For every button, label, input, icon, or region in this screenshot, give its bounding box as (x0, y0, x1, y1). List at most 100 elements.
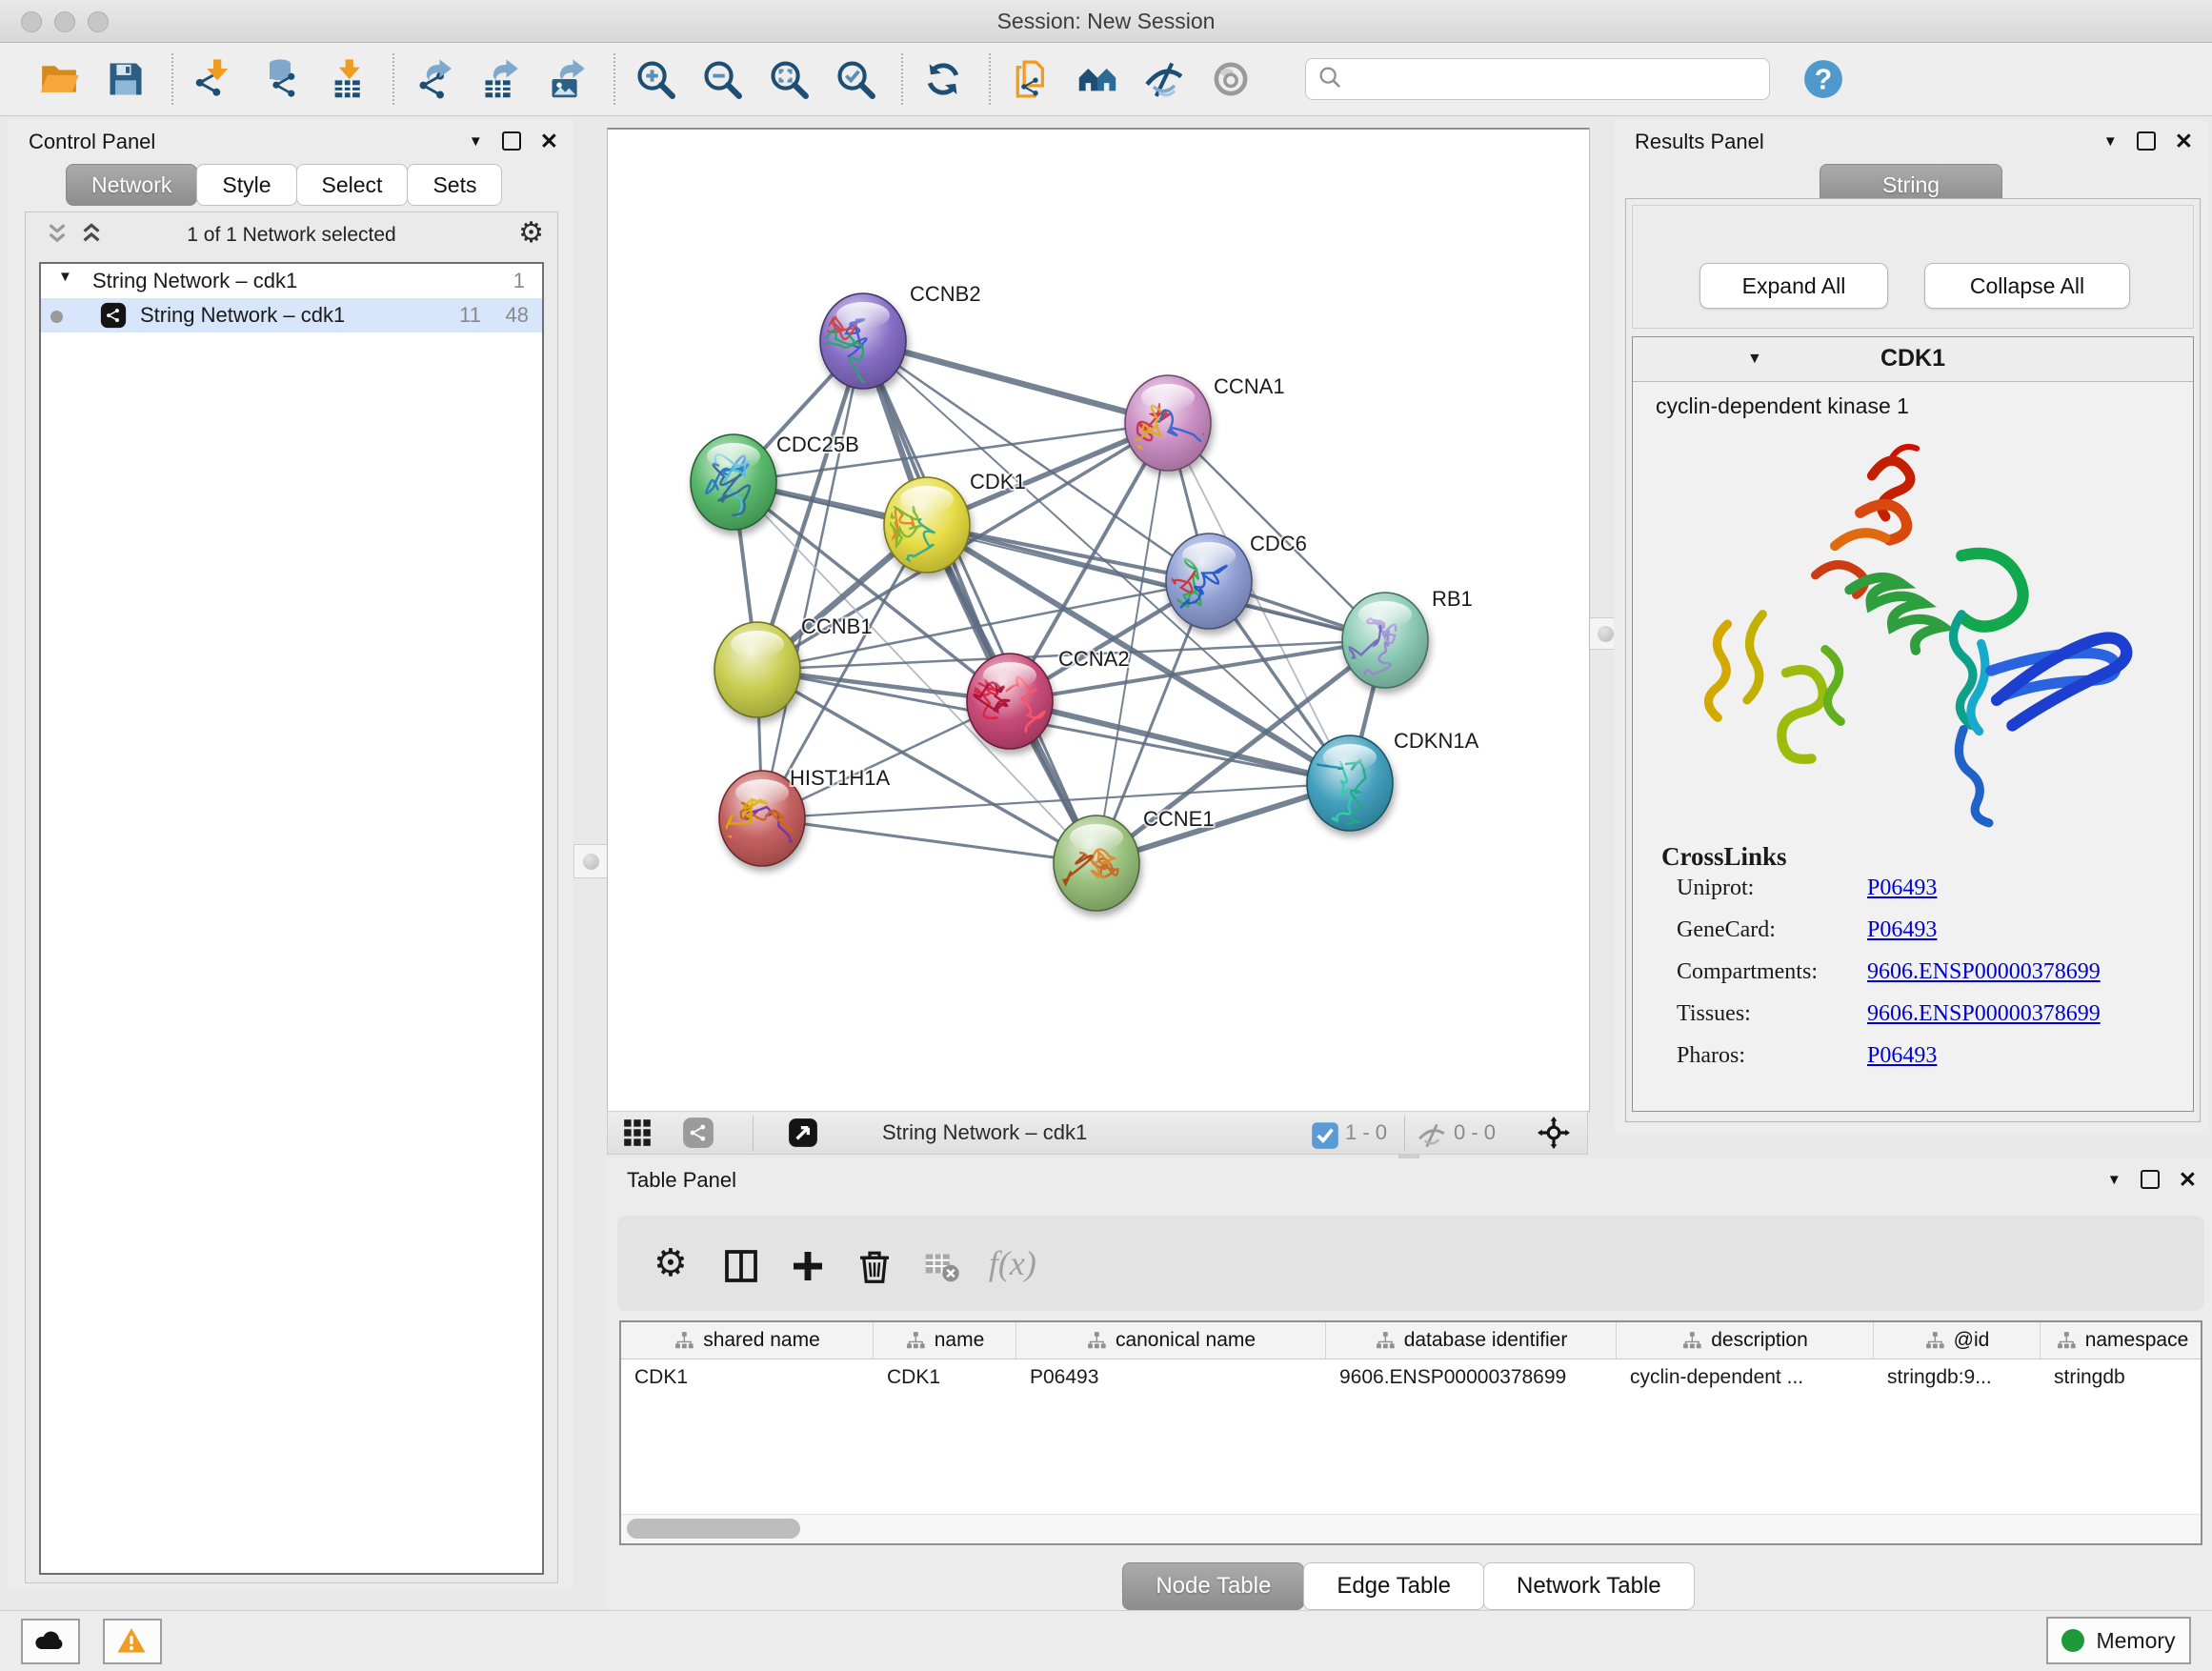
crosslink-value-link[interactable]: 9606.ENSP00000378699 (1867, 959, 2193, 985)
network-edge-HIST1H1A-CCNE1[interactable] (762, 818, 1096, 863)
close-panel-icon[interactable]: ✕ (2179, 1170, 2197, 1189)
export-table-button[interactable] (476, 54, 526, 104)
apply-layout-button[interactable] (918, 54, 968, 104)
save-session-button[interactable] (101, 54, 151, 104)
selected-nodes-checkbox[interactable] (1309, 1119, 1341, 1152)
zoom-selected-button[interactable] (831, 54, 880, 104)
tab-node-table[interactable]: Node Table (1122, 1562, 1304, 1610)
scrollbar-thumb[interactable] (627, 1519, 800, 1539)
network-label: String Network – cdk1 (140, 303, 345, 328)
tab-network[interactable]: Network (66, 164, 197, 206)
crosslink-value-link[interactable]: P06493 (1867, 876, 2193, 901)
string-results-container: Expand All Collapse All ▼ CDK1 cyclin-de… (1625, 198, 2201, 1122)
import-table-button[interactable] (322, 54, 372, 104)
collapse-all-button[interactable]: Collapse All (1924, 263, 2130, 309)
network-view[interactable]: CCNB2CCNA1CDC25BCDK1CDC6RB1CCNB1CCNA2CDK… (607, 128, 1590, 1112)
show-columns-icon[interactable] (722, 1247, 754, 1279)
network-edge-CCNB2-CCNE1[interactable] (863, 341, 1096, 863)
network-node-CCNA2[interactable] (967, 654, 1053, 749)
zoom-out-button[interactable] (697, 54, 747, 104)
zoom-fit-button[interactable] (764, 54, 814, 104)
table-body: CDK1CDK1P064939606.ENSP00000378699cyclin… (621, 1359, 2201, 1396)
network-selection-status: 1 of 1 Network selected (26, 224, 557, 247)
cloud-status-button[interactable] (21, 1619, 80, 1664)
float-panel-icon[interactable] (2137, 131, 2156, 151)
panel-menu-icon[interactable]: ▼ (2103, 133, 2118, 150)
network-view-toolbar: String Network – cdk1 1 - 0 0 - 0 (607, 1111, 1588, 1155)
memory-button[interactable]: Memory (2046, 1617, 2191, 1664)
tab-edge-table[interactable]: Edge Table (1303, 1562, 1484, 1610)
search-box[interactable] (1305, 58, 1770, 100)
network-view-title: String Network – cdk1 (882, 1120, 1087, 1145)
gene-section-header[interactable]: ▼ CDK1 (1633, 337, 2193, 382)
column-header-canonical-name[interactable]: canonical name (1016, 1322, 1326, 1359)
export-network-button[interactable] (410, 54, 459, 104)
network-collection-row[interactable]: ▼ String Network – cdk1 1 (41, 264, 542, 298)
network-node-CCNA1[interactable] (1125, 375, 1212, 471)
open-session-button[interactable] (34, 54, 84, 104)
fit-selection-icon[interactable] (1538, 1117, 1570, 1149)
network-node-CCNB1[interactable] (714, 622, 800, 717)
export-image-button[interactable] (543, 54, 593, 104)
tab-sets[interactable]: Sets (407, 164, 502, 206)
network-row-selected[interactable]: String Network – cdk1 11 48 (41, 298, 542, 332)
group-nodes-button[interactable] (1073, 54, 1122, 104)
tab-select[interactable]: Select (296, 164, 409, 206)
close-panel-icon[interactable]: ✕ (540, 131, 558, 151)
toolbar-separator (392, 53, 394, 105)
network-node-count: 11 (459, 303, 481, 328)
table-options-gear-icon[interactable]: ⚙ (654, 1244, 688, 1282)
node-table: shared namenamecanonical namedatabase id… (619, 1320, 2202, 1545)
node-label-CDC6: CDC6 (1250, 532, 1307, 555)
table-panel-tabs: Node TableEdge TableNetwork Table (606, 1562, 2212, 1610)
left-splitter-handle[interactable] (573, 844, 608, 878)
tab-style[interactable]: Style (196, 164, 296, 206)
column-header-name[interactable]: name (874, 1322, 1016, 1359)
hidden-nodes-icon[interactable] (1416, 1119, 1448, 1152)
toolbar-separator (989, 53, 991, 105)
collection-expand-icon[interactable]: ▼ (58, 269, 72, 285)
crosslink-value-link[interactable]: P06493 (1867, 917, 2193, 943)
column-header-description[interactable]: description (1617, 1322, 1874, 1359)
import-network-from-database-button[interactable] (255, 54, 305, 104)
warnings-button[interactable] (103, 1619, 162, 1664)
gene-description: cyclin-dependent kinase 1 (1633, 382, 2193, 419)
help-button[interactable]: ? (1799, 54, 1848, 104)
zoom-in-button[interactable] (631, 54, 680, 104)
network-edge-CCNB2-HIST1H1A[interactable] (762, 341, 863, 818)
crosslink-value-link[interactable]: 9606.ENSP00000378699 (1867, 1001, 2193, 1027)
crosslinks-title: CrossLinks (1661, 842, 2193, 872)
hide-selected-button[interactable] (1139, 54, 1189, 104)
expand-all-button[interactable]: Expand All (1699, 263, 1888, 309)
crosslink-value-link[interactable]: P06493 (1867, 1043, 2193, 1069)
column-header-shared-name[interactable]: shared name (621, 1322, 874, 1359)
network-node-CCNE1[interactable] (1045, 815, 1139, 911)
toolbar-separator (613, 53, 615, 105)
float-panel-icon[interactable] (2141, 1170, 2160, 1189)
crosslink-label: GeneCard: (1677, 917, 1867, 943)
add-column-icon[interactable] (789, 1247, 821, 1279)
show-hidden-button[interactable] (1206, 54, 1256, 104)
window-title: Session: New Session (0, 0, 2212, 42)
first-neighbors-button[interactable] (1006, 54, 1056, 104)
panel-menu-icon[interactable]: ▼ (469, 133, 483, 150)
float-panel-icon[interactable] (502, 131, 521, 151)
close-panel-icon[interactable]: ✕ (2175, 131, 2193, 151)
network-options-gear-icon[interactable]: ⚙ (518, 216, 544, 250)
column-header-database-identifier[interactable]: database identifier (1326, 1322, 1617, 1359)
search-input[interactable] (1348, 66, 1769, 92)
import-network-button[interactable] (189, 54, 238, 104)
tab-network-table[interactable]: Network Table (1483, 1562, 1695, 1610)
delete-column-icon[interactable] (855, 1247, 888, 1279)
network-edge-CCNA2-CDKN1A[interactable] (1010, 701, 1350, 783)
table-horizontal-scrollbar[interactable] (621, 1514, 2201, 1543)
show-grid-icon[interactable] (621, 1117, 654, 1149)
panel-menu-icon[interactable]: ▼ (2107, 1172, 2122, 1188)
network-node-RB1[interactable] (1331, 593, 1428, 712)
column-header-@id[interactable]: @id (1874, 1322, 2041, 1359)
table-header-row: shared namenamecanonical namedatabase id… (621, 1322, 2201, 1359)
birds-eye-view-icon[interactable] (787, 1117, 819, 1149)
table-row[interactable]: CDK1CDK1P064939606.ENSP00000378699cyclin… (621, 1359, 2201, 1396)
network-node-CDC25B[interactable] (691, 434, 776, 530)
column-header-namespace[interactable]: namespace (2041, 1322, 2202, 1359)
